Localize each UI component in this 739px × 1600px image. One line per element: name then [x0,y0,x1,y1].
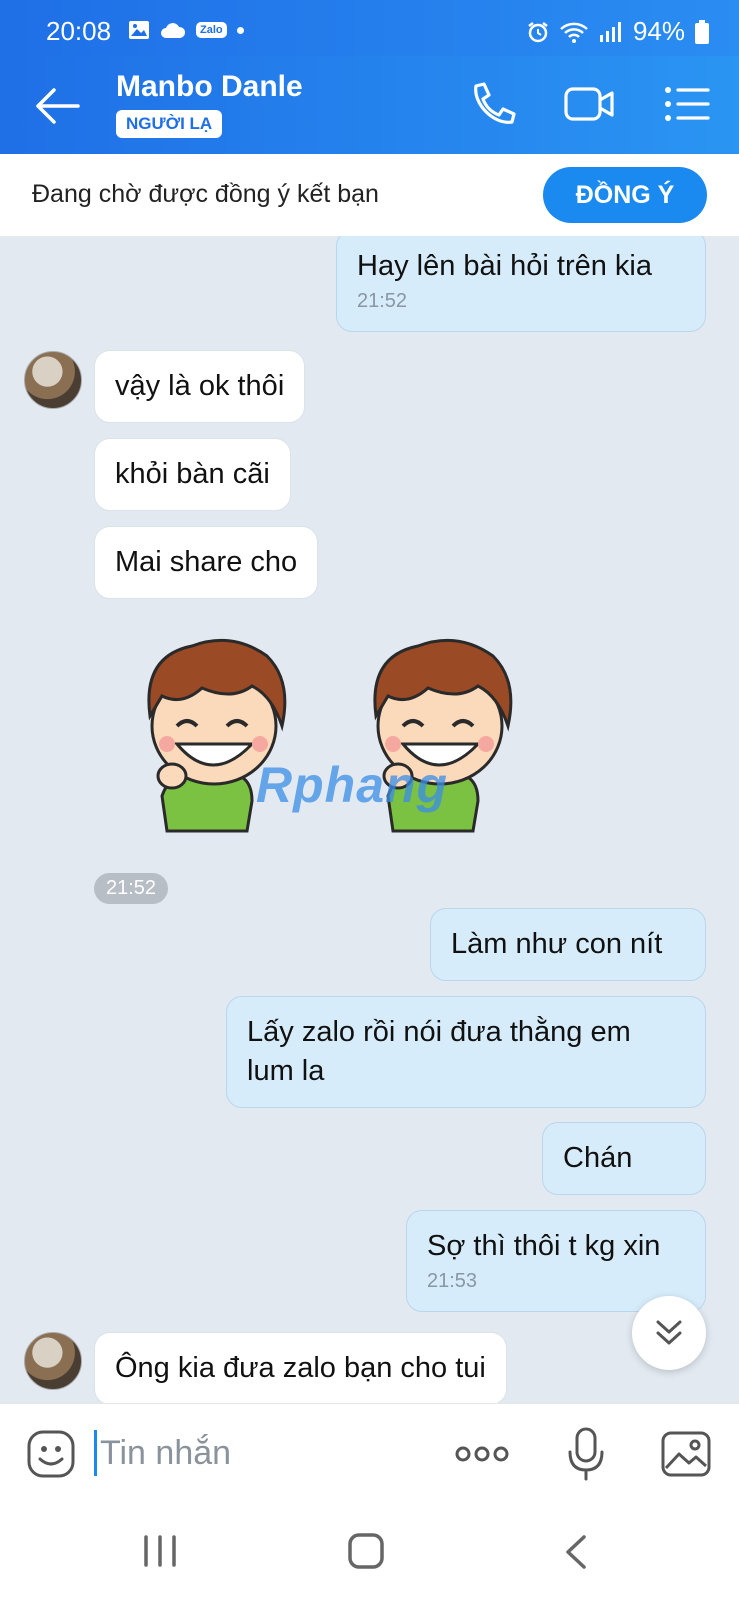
message-bubble-incoming[interactable]: Ông kia đưa zalo bạn cho tui [94,1332,507,1403]
message-text: Sợ thì thôi t kg xin [427,1230,661,1262]
system-navigation-bar [0,1503,739,1600]
message-text: Ông kia đưa zalo bạn cho tui [115,1352,486,1384]
battery-icon [695,19,709,44]
emoji-icon[interactable] [26,1429,76,1479]
notification-dot [236,26,244,34]
status-bar: 20:08 Zalo 94% [0,0,739,56]
scroll-to-bottom-button[interactable] [632,1296,706,1370]
watermark: Rphang [256,757,449,813]
battery-percent: 94% [632,16,685,46]
message-bubble-incoming[interactable]: vậy là ok thôi [94,350,306,424]
message-text: Hay lên bài hỏi trên kia [357,250,652,282]
chat-header: Manbo Danle NGƯỜI LẠ [0,56,739,154]
message-text: Mai share cho [115,546,298,578]
message-time: 21:53 [427,1270,478,1293]
avatar[interactable] [24,351,82,409]
chat-messages[interactable]: Hay lên bài hỏi trên kia 21:52 vậy là ok… [0,236,739,1403]
video-camera-icon[interactable] [562,78,618,130]
wifi-icon [560,22,588,43]
double-chevron-down-icon [656,1320,682,1345]
microphone-icon[interactable] [566,1426,606,1482]
zalo-app-icon: Zalo [196,22,227,38]
text-cursor [94,1430,97,1476]
message-text: Lấy zalo rồi nói đưa thằng em lum la [247,1016,631,1088]
message-input-bar [0,1403,739,1503]
friend-request-text: Đang chờ được đồng ý kết bạn [32,180,379,208]
message-text: Chán [563,1142,633,1174]
avatar[interactable] [24,1332,82,1390]
nav-back-icon[interactable] [560,1533,590,1571]
message-bubble-outgoing[interactable]: Lấy zalo rồi nói đưa thằng em lum la [226,996,706,1109]
home-icon[interactable] [346,1531,386,1571]
message-text: Làm như con nít [451,928,663,960]
status-time: 20:08 [46,16,112,46]
message-bubble-incoming[interactable]: khỏi bàn cãi [94,438,291,512]
message-bubble-outgoing[interactable]: Chán [542,1122,706,1196]
accept-friend-button[interactable]: ĐỒNG Ý [543,167,707,223]
recent-apps-icon[interactable] [140,1533,180,1569]
menu-list-icon[interactable] [662,78,718,130]
image-icon[interactable] [660,1430,712,1478]
more-dots-icon[interactable] [454,1434,510,1474]
status-notification-icons: Zalo [128,20,244,40]
sticker-time: 21:52 [94,873,169,904]
message-text: vậy là ok thôi [115,370,285,402]
alarm-icon [528,21,548,42]
phone-icon[interactable] [464,78,520,130]
cloud-icon [161,23,186,38]
stranger-badge: NGƯỜI LẠ [116,110,223,138]
message-time: 21:52 [357,290,408,313]
message-bubble-outgoing[interactable]: Làm như con nít [430,908,706,982]
message-input[interactable] [100,1428,430,1478]
gallery-icon [129,21,149,39]
signal-icon [599,21,621,42]
friend-request-bar: Đang chờ được đồng ý kết bạn ĐỒNG Ý [0,154,739,236]
message-text: khỏi bàn cãi [115,458,270,490]
back-arrow-icon[interactable] [32,84,82,128]
status-right: 94% [527,16,709,47]
message-bubble-incoming[interactable]: Mai share cho [94,526,319,600]
message-bubble-outgoing[interactable]: Hay lên bài hỏi trên kia 21:52 [336,236,706,333]
contact-name[interactable]: Manbo Danle [116,70,303,104]
